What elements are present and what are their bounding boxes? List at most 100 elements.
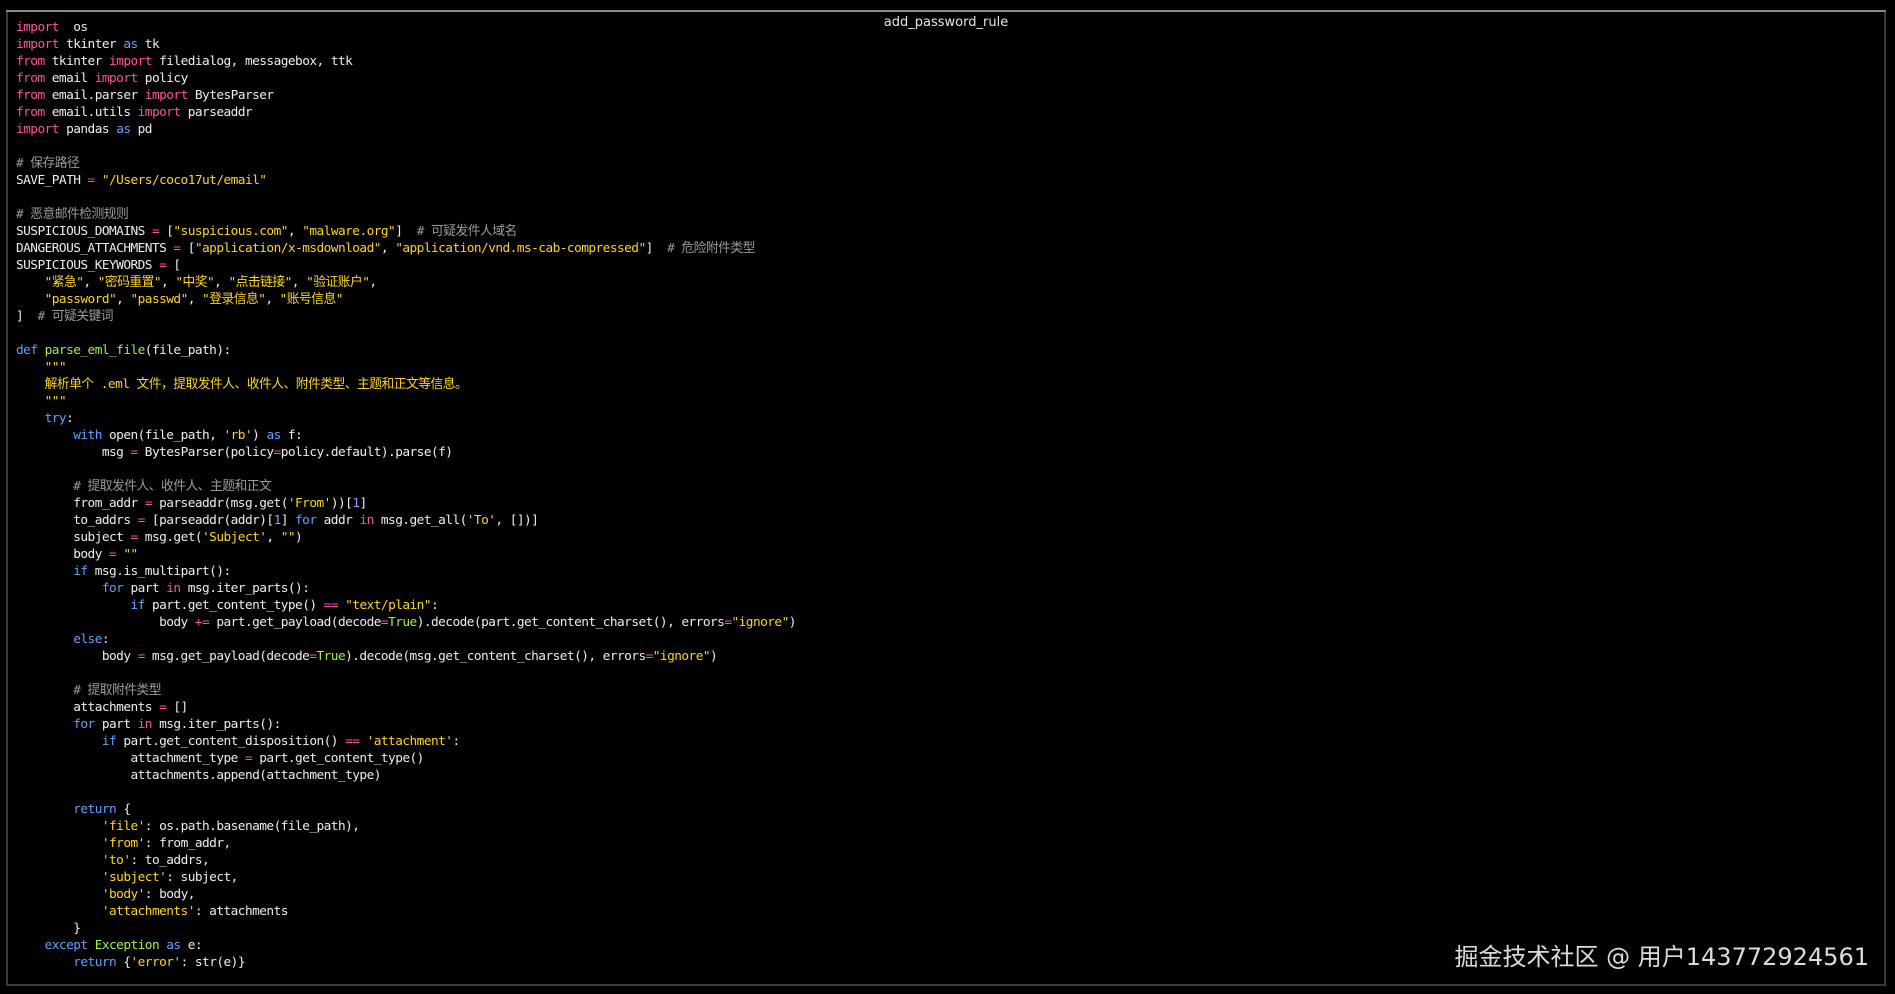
code-line: from email.parser import BytesParser xyxy=(16,87,1876,104)
code-token: "账号信息" xyxy=(279,292,344,307)
code-token: "/Users/coco17ut/email" xyxy=(94,173,267,188)
code-line: body = "" xyxy=(16,546,1876,563)
code-token: BytesParser(policy xyxy=(137,445,274,460)
code-token: "text/plain" xyxy=(337,598,431,613)
code-line: from tkinter import filedialog, messageb… xyxy=(16,53,1876,70)
code-token: = xyxy=(309,649,317,664)
code-token: "紧急" xyxy=(44,275,84,290)
code-token: 'rb' xyxy=(223,428,253,443)
code-line: def parse_eml_file(file_path): xyxy=(16,342,1876,359)
code-line: from email.utils import parseaddr xyxy=(16,104,1876,121)
code-token: "密码重置" xyxy=(97,275,162,290)
code-token: subject xyxy=(16,530,131,545)
code-token: "中奖" xyxy=(175,275,215,290)
code-token: email.parser xyxy=(44,88,145,103)
code-line: if msg.is_multipart(): xyxy=(16,563,1876,580)
code-token: for xyxy=(73,717,95,732)
code-line: attachment_type = part.get_content_type(… xyxy=(16,750,1876,767)
code-line: 'file': os.path.basename(file_path), xyxy=(16,818,1876,835)
code-token: import xyxy=(94,71,138,86)
code-token: "application/vnd.ms-cab-compressed" xyxy=(395,241,646,256)
code-token: ))[ xyxy=(330,496,353,511)
code-token: "" xyxy=(280,530,296,545)
code-token: import xyxy=(109,54,152,69)
code-token: == xyxy=(323,598,339,613)
code-token: 'body' xyxy=(101,887,145,902)
code-line: for part in msg.iter_parts(): xyxy=(16,580,1876,597)
code-token: try xyxy=(44,411,67,426)
code-token: [parseaddr(addr)[ xyxy=(144,513,274,528)
code-token: = xyxy=(380,615,389,630)
code-token: [ xyxy=(159,224,174,239)
code-line: to_addrs = [parseaddr(addr)[1] for addr … xyxy=(16,512,1876,529)
code-token: msg.iter_parts(): xyxy=(151,717,281,732)
code-token: msg xyxy=(16,445,131,460)
code-token: [ xyxy=(180,241,196,256)
code-token: ] xyxy=(280,513,296,528)
code-token: import xyxy=(16,37,59,52)
code-token: [] xyxy=(166,700,188,715)
code-token: part.get_payload(decode xyxy=(209,615,381,630)
code-token: 'Subject' xyxy=(202,530,267,545)
code-token: with xyxy=(73,428,102,443)
code-token: attachments xyxy=(16,700,160,715)
code-token: "password" xyxy=(44,292,117,307)
code-token: : subject, xyxy=(166,870,238,885)
code-token: (file_path): xyxy=(144,343,231,358)
code-token: 'to' xyxy=(101,853,131,868)
code-token: as xyxy=(266,428,281,443)
code-token: from xyxy=(16,54,45,69)
code-line: 'from': from_addr, xyxy=(16,835,1876,852)
code-token: "suspicious.com" xyxy=(173,224,288,239)
code-line: import pandas as pd xyxy=(16,121,1876,138)
code-token: 'error' xyxy=(130,955,182,970)
code-token: : body, xyxy=(144,887,196,902)
code-token: tkinter xyxy=(58,37,124,52)
code-token: def xyxy=(16,343,38,358)
code-line: 'subject': subject, xyxy=(16,869,1876,886)
code-token: return xyxy=(73,802,117,817)
code-token: msg.iter_parts(): xyxy=(180,581,310,596)
code-token: 'subject' xyxy=(101,870,167,885)
code-token: "登录信息" xyxy=(202,292,266,307)
code-line: with open(file_path, 'rb') as f: xyxy=(16,427,1876,444)
code-line: try: xyxy=(16,410,1876,427)
code-token: part xyxy=(123,581,167,596)
code-token: import xyxy=(144,88,188,103)
code-token: == xyxy=(345,734,360,749)
code-token: if xyxy=(73,564,88,579)
code-token: e: xyxy=(180,938,203,953)
code-line: if part.get_content_disposition() == 'at… xyxy=(16,733,1876,750)
code-token: True xyxy=(316,649,346,664)
code-line: body = msg.get_payload(decode=True).deco… xyxy=(16,648,1876,665)
code-token: import xyxy=(16,122,59,137)
code-token: "application/x-msdownload" xyxy=(194,241,382,256)
code-line: import tkinter as tk xyxy=(16,36,1876,53)
code-token: addr xyxy=(316,513,360,528)
code-token: import xyxy=(16,20,59,35)
code-token: # 恶意邮件检测规则 xyxy=(16,207,129,222)
code-token: SUSPICIOUS_KEYWORDS xyxy=(16,258,160,273)
code-token: part.get_content_type() xyxy=(252,751,424,766)
code-token: parse_eml_file xyxy=(37,343,146,358)
code-token: in xyxy=(166,581,181,596)
code-line: "password", "passwd", "登录信息", "账号信息" xyxy=(16,291,1876,308)
code-editor[interactable]: import os import tkinter as tk from tkinte… xyxy=(16,19,1876,979)
code-token: DANGEROUS_ATTACHMENTS xyxy=(16,241,174,256)
code-token: ) xyxy=(710,649,718,664)
code-token: email.utils xyxy=(44,105,138,120)
code-line: if part.get_content_type() == "text/plai… xyxy=(16,597,1876,614)
code-line: DANGEROUS_ATTACHMENTS = ["application/x-… xyxy=(16,240,1876,257)
code-token: import xyxy=(137,105,181,120)
code-token: = xyxy=(87,173,96,188)
